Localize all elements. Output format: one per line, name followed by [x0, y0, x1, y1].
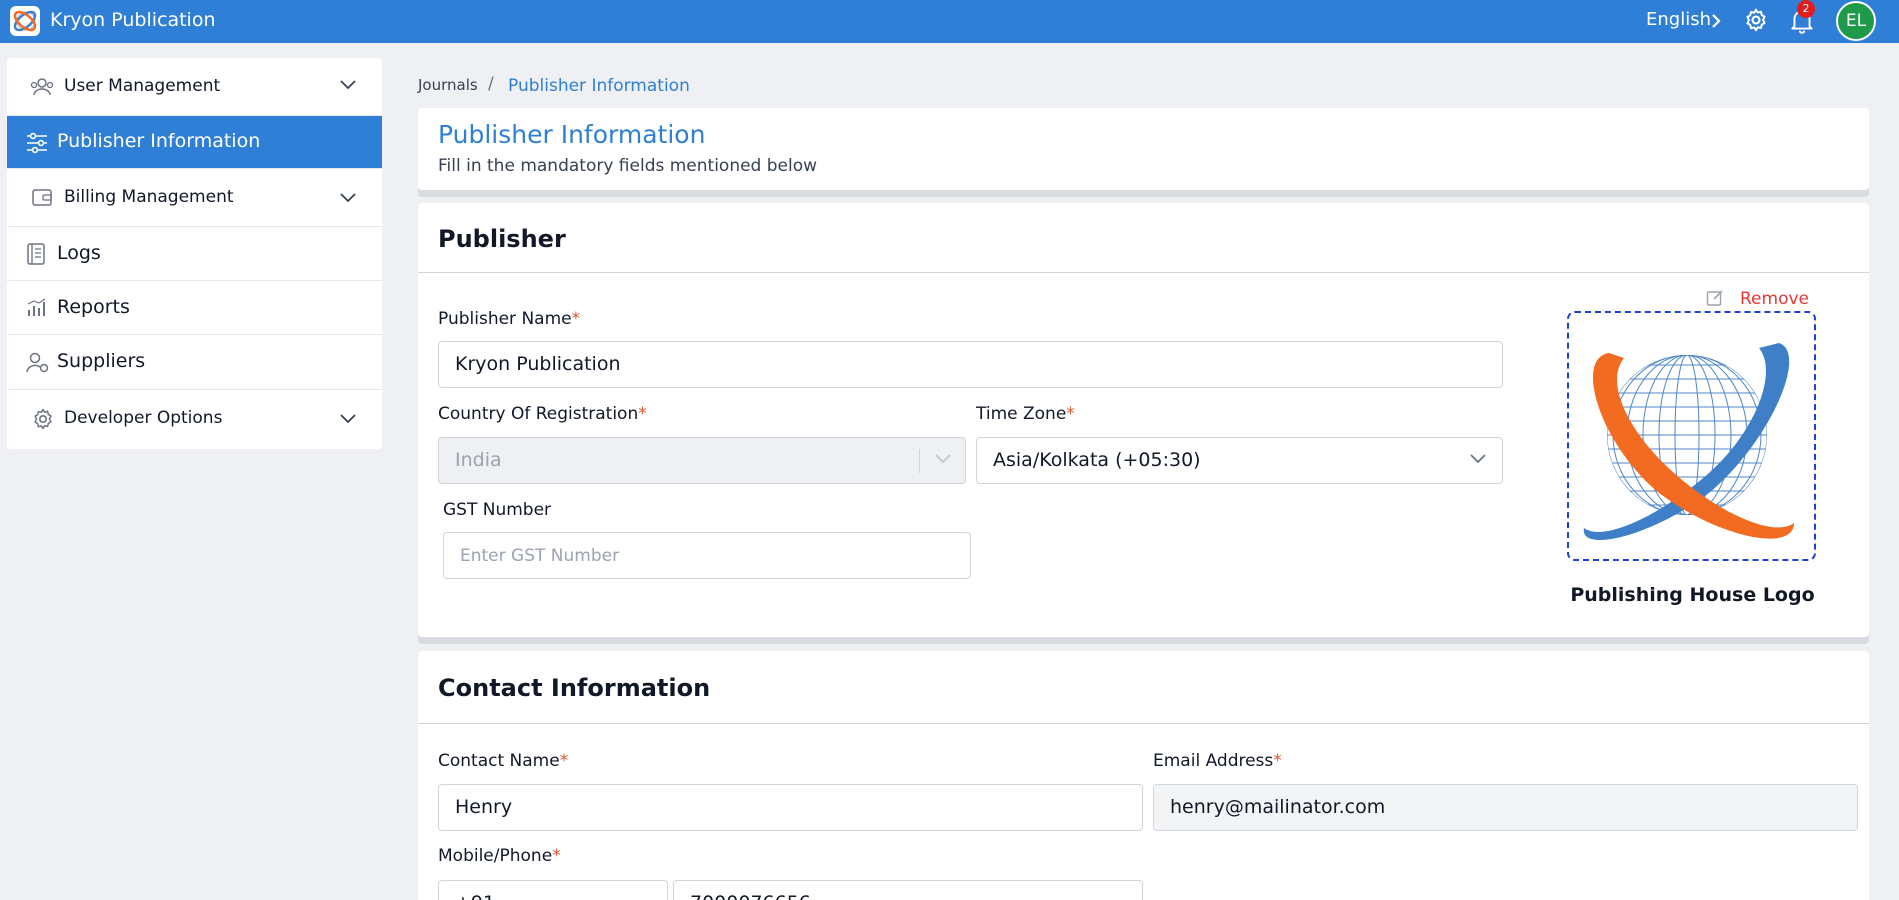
select-separator: [919, 449, 920, 473]
publisher-logo-upload[interactable]: [1567, 311, 1816, 561]
edit-logo-icon[interactable]: [1706, 289, 1724, 307]
chevron-down-icon[interactable]: [1470, 454, 1486, 464]
user-cog-icon: [26, 352, 49, 373]
page-header-card: Publisher Information Fill in the mandat…: [418, 108, 1869, 190]
notebook-icon: [27, 243, 45, 265]
publisher-name-label: Publisher Name*: [438, 309, 581, 329]
sidebar-item-label: User Management: [64, 76, 221, 96]
mobile-phone-label: Mobile/Phone*: [438, 846, 561, 866]
breadcrumb-separator: /: [488, 74, 494, 94]
sidebar-item-suppliers[interactable]: Suppliers: [7, 335, 382, 390]
sidebar-item-developer-options[interactable]: Developer Options: [7, 390, 382, 449]
breadcrumb-current: Publisher Information: [508, 76, 690, 96]
sidebar: User Management Publisher Information Bi…: [7, 58, 382, 449]
section-divider: [418, 723, 1869, 724]
sidebar-item-label: Billing Management: [64, 187, 234, 207]
users-gear-icon: [30, 78, 54, 96]
sidebar-item-label: Logs: [57, 242, 101, 264]
contact-name-input[interactable]: Henry: [438, 784, 1143, 831]
settings-gear-icon[interactable]: [1743, 7, 1769, 33]
bar-chart-icon: [27, 298, 46, 316]
sliders-icon: [27, 132, 47, 154]
sidebar-item-billing-management[interactable]: Billing Management: [7, 169, 382, 227]
sidebar-item-publisher-information[interactable]: Publisher Information: [7, 116, 382, 169]
chevron-down-icon: [935, 454, 951, 464]
phone-number-input[interactable]: 7000076656: [673, 880, 1143, 900]
language-selector[interactable]: English: [1646, 9, 1711, 30]
phone-country-code-select[interactable]: +91: [438, 880, 668, 900]
section-divider: [418, 272, 1869, 273]
chevron-down-icon[interactable]: [340, 193, 356, 203]
country-select: India: [438, 437, 966, 484]
sidebar-item-label: Publisher Information: [57, 130, 261, 152]
sidebar-item-label: Reports: [57, 296, 130, 318]
sidebar-item-user-management[interactable]: User Management: [7, 58, 382, 116]
timezone-label: Time Zone*: [976, 404, 1075, 424]
country-label: Country Of Registration*: [438, 404, 647, 424]
chevron-down-icon[interactable]: [340, 414, 356, 424]
logo-caption: Publishing House Logo: [1570, 584, 1815, 606]
sidebar-item-reports[interactable]: Reports: [7, 281, 382, 335]
chevron-right-icon[interactable]: [1711, 13, 1721, 29]
gear-icon: [34, 408, 52, 430]
email-input[interactable]: henry@mailinator.com: [1153, 784, 1858, 831]
page-subtitle: Fill in the mandatory fields mentioned b…: [438, 156, 818, 176]
wallet-icon: [32, 189, 52, 206]
sidebar-item-label: Developer Options: [64, 408, 223, 428]
app-logo-icon[interactable]: [10, 6, 40, 36]
breadcrumb-journals[interactable]: Journals: [418, 76, 478, 94]
chevron-down-icon[interactable]: [340, 80, 356, 90]
publishing-house-logo-image: [1583, 343, 1794, 541]
contact-section-title: Contact Information: [438, 674, 711, 702]
gst-number-input[interactable]: Enter GST Number: [443, 532, 971, 579]
gst-label: GST Number: [443, 500, 552, 520]
notification-count-badge: 2: [1797, 0, 1815, 18]
remove-logo-link[interactable]: Remove: [1740, 289, 1809, 309]
contact-card: Contact Information: [418, 651, 1869, 900]
publisher-section-title: Publisher: [438, 225, 566, 253]
publisher-name-input[interactable]: Kryon Publication: [438, 341, 1503, 388]
gst-placeholder: Enter GST Number: [460, 546, 620, 566]
sidebar-item-logs[interactable]: Logs: [7, 227, 382, 281]
sidebar-item-label: Suppliers: [57, 350, 146, 372]
contact-name-label: Contact Name*: [438, 751, 569, 771]
top-bar: Kryon Publication English 2 EL: [0, 0, 1899, 43]
user-avatar[interactable]: EL: [1836, 1, 1876, 41]
timezone-select[interactable]: Asia/Kolkata (+05:30): [976, 437, 1503, 484]
email-label: Email Address*: [1153, 751, 1282, 771]
page-title: Publisher Information: [438, 120, 706, 149]
app-title: Kryon Publication: [50, 9, 216, 31]
